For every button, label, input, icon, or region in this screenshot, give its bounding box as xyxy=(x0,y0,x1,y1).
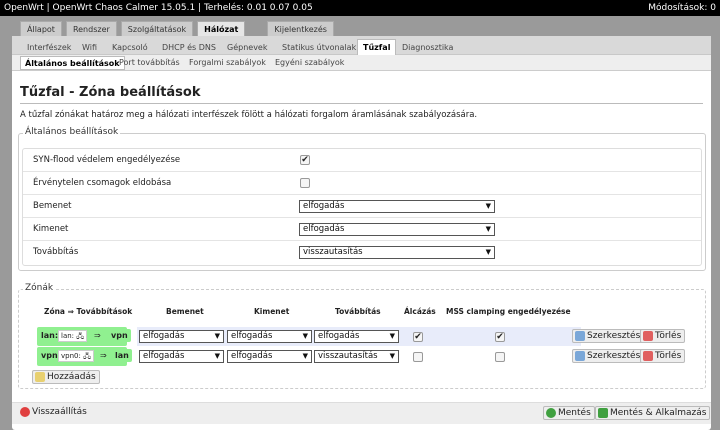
zone-lan-forward-select[interactable]: elfogadás ▼ xyxy=(314,330,399,343)
invalid-packets-row: Érvénytelen csomagok eldobása xyxy=(23,172,701,195)
forward-arrow-icon: ⇒ xyxy=(94,331,101,340)
syn-flood-row: SYN-flood védelem engedélyezése ✔ xyxy=(23,149,701,172)
col-forward: Továbbítás xyxy=(335,307,381,316)
firewall-subtabs: Általános beállítások Port továbbítás Fo… xyxy=(12,55,711,71)
tab-interfaces[interactable]: Interfészek xyxy=(22,40,76,55)
save-button[interactable]: Mentés xyxy=(543,406,595,420)
edit-icon xyxy=(575,351,585,361)
edit-icon xyxy=(575,331,585,341)
zone-lan-input-select[interactable]: elfogadás ▼ xyxy=(139,330,224,343)
tab-traffic-rules[interactable]: Forgalmi szabályok xyxy=(185,56,270,70)
tab-general-settings[interactable]: Általános beállítások xyxy=(20,56,125,70)
footer-bar: Visszaállítás Mentés Mentés & Alkalmazás xyxy=(12,402,711,424)
zone-dest-lan: lan xyxy=(112,349,132,362)
page-title: Tűzfal - Zóna beállítások xyxy=(20,85,201,100)
general-legend: Általános beállítások xyxy=(23,127,121,137)
zone-lan-mss-checkbox[interactable]: ✔ xyxy=(495,332,505,342)
tab-hostnames[interactable]: Gépnevek xyxy=(222,40,272,55)
save-icon xyxy=(546,408,556,418)
chevron-down-icon: ▼ xyxy=(302,352,308,360)
output-label: Kimenet xyxy=(33,224,69,234)
menu-status[interactable]: Állapot xyxy=(20,21,62,36)
tab-static-routes[interactable]: Statikus útvonalak xyxy=(277,40,361,55)
col-mss-clamping: MSS clamping engedélyezése xyxy=(446,307,571,316)
zone-lan-delete-button[interactable]: Törlés xyxy=(640,329,686,343)
general-table: SYN-flood védelem engedélyezése ✔ Érvény… xyxy=(22,148,702,266)
col-input: Bemenet xyxy=(166,307,204,316)
apply-icon xyxy=(598,408,608,418)
network-icon: 🖧 xyxy=(76,332,85,340)
save-apply-button[interactable]: Mentés & Alkalmazás xyxy=(595,406,711,420)
zone-vpn-iface: vpn0: 🖧 xyxy=(58,350,94,362)
forward-label: Továbbítás xyxy=(33,247,79,257)
zone-vpn-forward-select[interactable]: visszautasítás ▼ xyxy=(314,350,399,363)
zone-dest-vpn: vpn xyxy=(108,329,131,342)
zone-lan-iface: lan: 🖧 xyxy=(58,330,88,342)
zone-vpn-mss-checkbox[interactable] xyxy=(495,352,505,362)
reset-button[interactable]: Visszaállítás xyxy=(18,406,90,420)
zone-vpn-edit-button[interactable]: Szerkesztés xyxy=(572,349,645,363)
chevron-down-icon: ▼ xyxy=(214,352,220,360)
delete-icon xyxy=(643,351,653,361)
menu-network[interactable]: Hálózat xyxy=(197,21,246,36)
zone-lan-output-select[interactable]: elfogadás ▼ xyxy=(227,330,312,343)
delete-icon xyxy=(643,331,653,341)
tab-custom-rules[interactable]: Egyéni szabályok xyxy=(271,56,348,70)
changes-counter[interactable]: Módosítások: 0 xyxy=(648,0,716,16)
reset-icon xyxy=(20,407,30,417)
header-info: OpenWrt | OpenWrt Chaos Calmer 15.05.1 |… xyxy=(4,3,313,13)
invalid-packets-checkbox[interactable] xyxy=(300,178,310,188)
chevron-down-icon: ▼ xyxy=(302,332,308,340)
add-zone-button[interactable]: Hozzáadás xyxy=(32,370,100,384)
menu-services[interactable]: Szolgáltatások xyxy=(120,21,194,36)
col-masquerading: Álcázás xyxy=(404,307,436,316)
syn-flood-checkbox[interactable]: ✔ xyxy=(300,155,310,165)
output-row: Kimenet elfogadás ▼ xyxy=(23,218,701,241)
chevron-down-icon: ▼ xyxy=(485,225,491,233)
network-icon: 🖧 xyxy=(83,352,91,360)
zone-vpn-masq-checkbox[interactable] xyxy=(413,352,423,362)
page-description: A tűzfal zónákat határoz meg a hálózati … xyxy=(20,110,478,120)
chevron-down-icon: ▼ xyxy=(485,248,491,256)
title-divider xyxy=(20,103,703,104)
forward-row: Továbbítás visszautasítás ▼ xyxy=(23,241,701,264)
tab-diagnostics[interactable]: Diagnosztika xyxy=(397,40,458,55)
tab-dhcp-dns[interactable]: DHCP és DNS xyxy=(157,40,221,55)
zones-legend: Zónák xyxy=(23,283,56,293)
add-icon xyxy=(35,372,45,382)
zone-vpn-delete-button[interactable]: Törlés xyxy=(640,349,686,363)
input-policy-select[interactable]: elfogadás ▼ xyxy=(299,200,495,213)
zone-vpn-output-select[interactable]: elfogadás ▼ xyxy=(227,350,312,363)
output-policy-select[interactable]: elfogadás ▼ xyxy=(299,223,495,236)
menu-system[interactable]: Rendszer xyxy=(65,21,117,36)
input-row: Bemenet elfogadás ▼ xyxy=(23,195,701,218)
menu-logout[interactable]: Kijelentkezés xyxy=(267,21,334,36)
forward-policy-select[interactable]: visszautasítás ▼ xyxy=(299,246,495,259)
zone-lan-edit-button[interactable]: Szerkesztés xyxy=(572,329,645,343)
chevron-down-icon: ▼ xyxy=(389,332,395,340)
content-panel: Interfészek Wifi Kapcsoló DHCP és DNS Gé… xyxy=(12,36,711,430)
col-zone-forwards: Zóna ⇒ Továbbítások xyxy=(44,307,133,316)
tab-port-forwards[interactable]: Port továbbítás xyxy=(115,56,184,70)
col-output: Kimenet xyxy=(254,307,290,316)
tab-wifi[interactable]: Wifi xyxy=(77,40,102,55)
top-status-bar: OpenWrt | OpenWrt Chaos Calmer 15.05.1 |… xyxy=(0,0,720,16)
chevron-down-icon: ▼ xyxy=(214,332,220,340)
chevron-down-icon: ▼ xyxy=(485,202,491,210)
general-fieldset: Általános beállítások SYN-flood védelem … xyxy=(18,127,706,271)
input-label: Bemenet xyxy=(33,201,72,211)
syn-flood-label: SYN-flood védelem engedélyezése xyxy=(33,155,181,165)
forward-arrow-icon: ⇒ xyxy=(100,351,107,360)
zone-lan-masq-checkbox[interactable]: ✔ xyxy=(413,332,423,342)
chevron-down-icon: ▼ xyxy=(389,352,395,360)
network-subtabs: Interfészek Wifi Kapcsoló DHCP és DNS Gé… xyxy=(12,36,711,55)
tab-firewall[interactable]: Tűzfal xyxy=(357,39,397,55)
zone-vpn-input-select[interactable]: elfogadás ▼ xyxy=(139,350,224,363)
tab-switch[interactable]: Kapcsoló xyxy=(107,40,153,55)
invalid-packets-label: Érvénytelen csomagok eldobása xyxy=(33,178,172,188)
main-menu: Állapot Rendszer Szolgáltatások Hálózat … xyxy=(20,21,338,37)
